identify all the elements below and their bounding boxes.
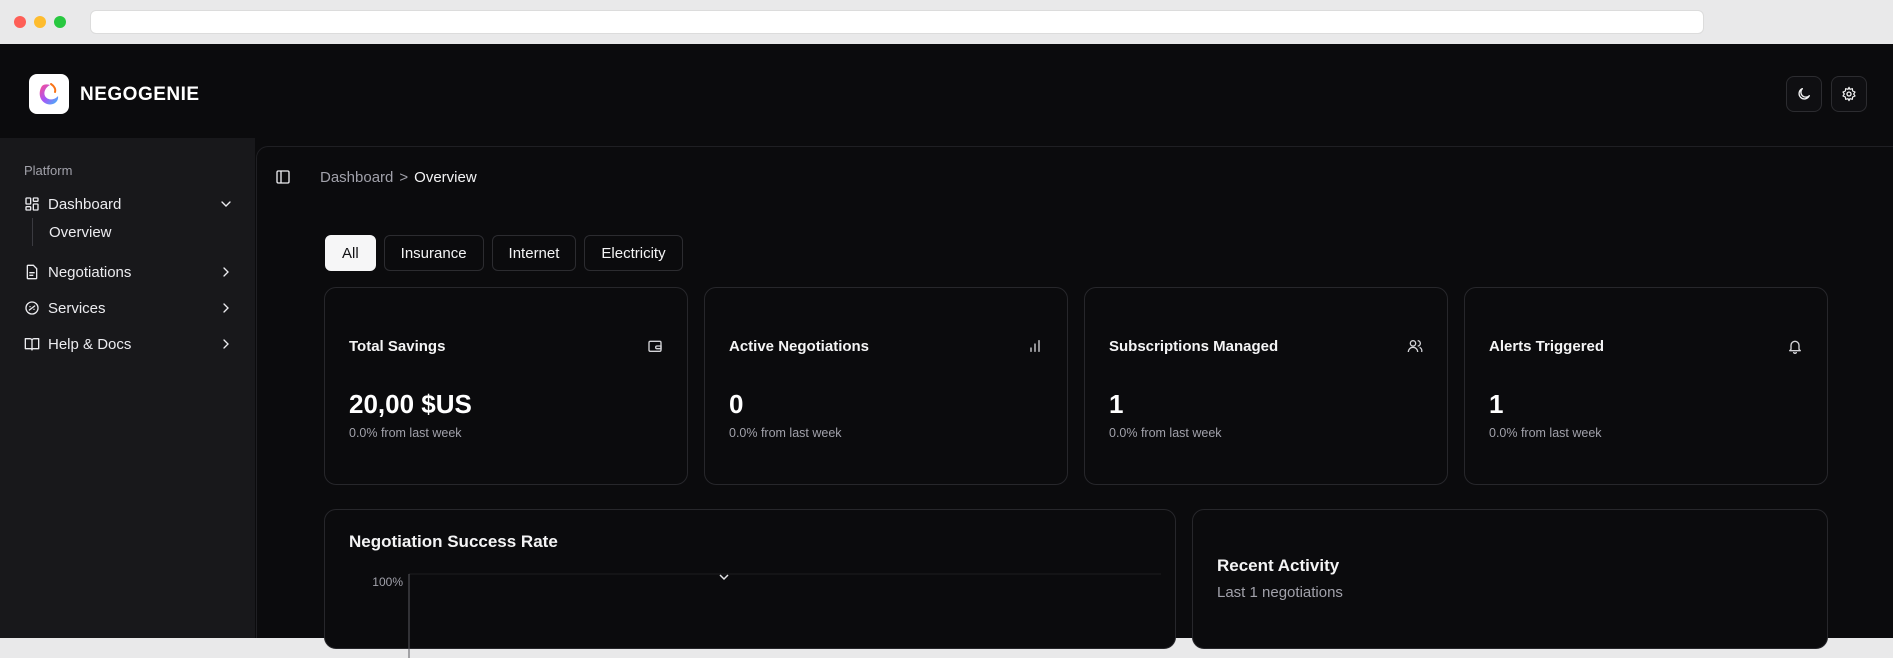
- sidebar-item-label: Services: [48, 299, 106, 317]
- breadcrumb: Dashboard > Overview: [320, 169, 477, 186]
- stat-delta: 0.0% from last week: [1489, 426, 1602, 440]
- sidebar-item-label: Negotiations: [48, 263, 132, 281]
- recent-activity-subtitle: Last 1 negotiations: [1217, 584, 1343, 601]
- document-icon: [24, 264, 40, 280]
- sidebar-item-negotiations[interactable]: Negotiations: [24, 258, 234, 286]
- stat-title: Active Negotiations: [729, 338, 870, 355]
- moon-icon: [1798, 88, 1810, 100]
- breadcrumb-parent[interactable]: Dashboard: [320, 169, 393, 186]
- stat-card-active-negotiations: Active Negotiations 0 0.0% from last wee…: [704, 287, 1068, 485]
- sidebar-subitem-overview[interactable]: Overview: [49, 224, 112, 241]
- breadcrumb-current: Overview: [414, 169, 477, 186]
- sidebar: Platform Dashboard Overview Negotiations…: [0, 138, 255, 638]
- stat-card-subscriptions-managed: Subscriptions Managed 1 0.0% from last w…: [1084, 287, 1448, 485]
- recent-activity-card: Recent Activity Last 1 negotiations: [1192, 509, 1828, 649]
- bell-icon: [1789, 340, 1801, 354]
- category-tabs: All Insurance Internet Electricity: [325, 235, 683, 271]
- success-rate-title: Negotiation Success Rate: [349, 532, 558, 551]
- submenu-line: [32, 218, 33, 246]
- browser-chrome: [0, 0, 1893, 44]
- stat-title: Alerts Triggered: [1489, 338, 1605, 355]
- chevron-down-icon: [719, 574, 729, 581]
- breadcrumb-separator: >: [399, 169, 409, 186]
- top-bar: NEGOGENIE: [0, 44, 1893, 138]
- sidebar-item-services[interactable]: Services: [24, 294, 234, 322]
- stat-delta: 0.0% from last week: [349, 426, 462, 440]
- success-rate-chart: 100%: [372, 573, 1161, 658]
- chevron-down-icon: [221, 201, 231, 207]
- gear-icon: [1842, 86, 1856, 102]
- chevron-right-icon: [223, 339, 229, 349]
- address-bar[interactable]: [90, 10, 1704, 34]
- brand-name: NEGOGENIE: [80, 84, 200, 105]
- theme-toggle-button[interactable]: [1786, 76, 1822, 112]
- stat-delta: 0.0% from last week: [1109, 426, 1222, 440]
- sidebar-item-help-docs[interactable]: Help & Docs: [24, 330, 234, 358]
- sidebar-item-label: Help & Docs: [48, 335, 132, 353]
- chevron-right-icon: [223, 267, 229, 277]
- stat-value: 0: [729, 389, 744, 419]
- minimize-window-button[interactable]: [34, 16, 46, 28]
- stat-delta: 0.0% from last week: [729, 426, 842, 440]
- tab-insurance[interactable]: Insurance: [383, 235, 484, 271]
- sidebar-section-label: Platform: [24, 163, 73, 178]
- users-icon: [1407, 340, 1423, 353]
- maximize-window-button[interactable]: [54, 16, 66, 28]
- stat-value: 1: [1109, 389, 1124, 419]
- tab-all[interactable]: All: [325, 235, 376, 271]
- tab-electricity[interactable]: Electricity: [584, 235, 683, 271]
- book-icon: [24, 336, 40, 352]
- close-window-button[interactable]: [14, 16, 26, 28]
- sidebar-item-label: Dashboard: [48, 195, 122, 213]
- sidebar-item-dashboard[interactable]: Dashboard: [24, 190, 234, 218]
- bar-chart-icon: [1030, 340, 1040, 352]
- stat-title: Subscriptions Managed: [1109, 338, 1279, 355]
- stat-card-alerts-triggered: Alerts Triggered 1 0.0% from last week: [1464, 287, 1828, 485]
- settings-button[interactable]: [1831, 76, 1867, 112]
- chevron-right-icon: [223, 303, 229, 313]
- main-content: Dashboard > Overview All Insurance Inter…: [256, 146, 1893, 658]
- success-rate-card: Negotiation Success Rate 100%: [324, 509, 1176, 658]
- app-window: NEGOGENIE Platform Dashboard Overview Ne…: [0, 44, 1893, 658]
- sidebar-toggle-icon[interactable]: [275, 169, 291, 185]
- recent-activity-title: Recent Activity: [1217, 556, 1340, 575]
- tab-internet[interactable]: Internet: [491, 235, 577, 271]
- app-logo[interactable]: [29, 74, 69, 114]
- wallet-icon: [648, 340, 662, 352]
- gauge-icon: [24, 300, 40, 316]
- dashboard-icon: [24, 196, 40, 212]
- stat-value: 20,00 $US: [349, 389, 472, 419]
- stat-value: 1: [1489, 389, 1504, 419]
- logo-mark-icon: [39, 83, 59, 105]
- stat-card-total-savings: Total Savings 20,00 $US 0.0% from last w…: [324, 287, 688, 485]
- y-tick-label: 100%: [372, 575, 403, 589]
- stat-title: Total Savings: [349, 338, 446, 355]
